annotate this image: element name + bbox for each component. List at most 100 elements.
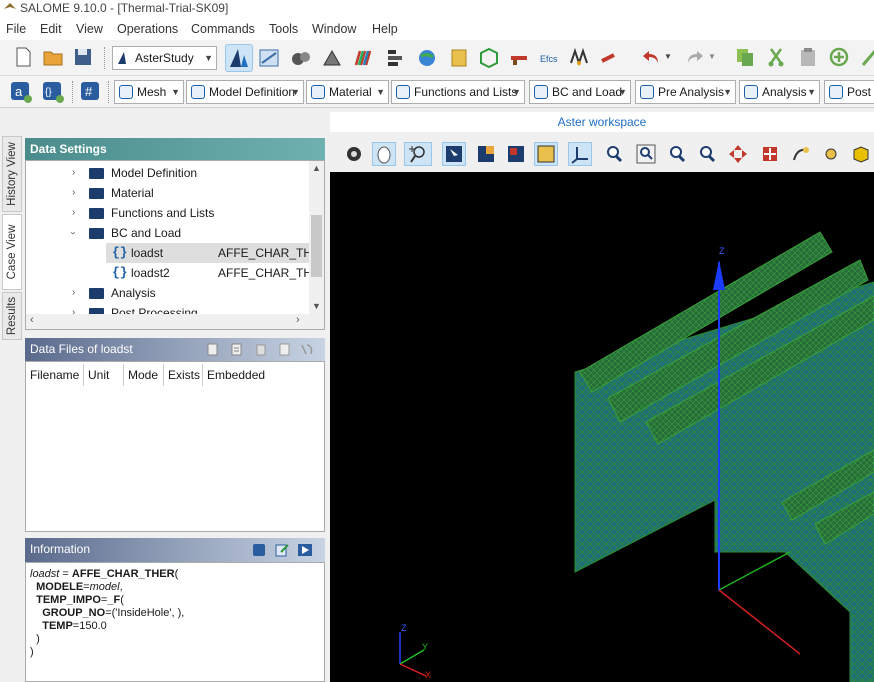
interaction-style-button[interactable] (372, 142, 396, 166)
expand-arrow-icon[interactable]: › (72, 163, 75, 183)
pan-icon[interactable] (728, 144, 748, 164)
add-variable-icon[interactable]: {} (42, 81, 64, 103)
redo-icon[interactable] (684, 46, 706, 68)
expand-arrow-icon[interactable]: › (72, 303, 75, 314)
zoom-at-cursor-button[interactable] (404, 142, 432, 166)
edit-file-icon[interactable] (231, 343, 243, 356)
run-icon[interactable] (297, 543, 313, 557)
category-post-processing[interactable]: Post P (824, 80, 874, 104)
expand-arrow-icon[interactable]: › (72, 203, 75, 223)
show-trihedron-button[interactable] (568, 142, 592, 166)
category-functions-and-lists[interactable]: Functions and Lists ▼ (391, 80, 525, 104)
module-selector[interactable]: AsterStudy ▼ (112, 46, 217, 70)
rotate-icon[interactable] (791, 144, 811, 164)
menu-operations[interactable]: Operations (117, 22, 178, 36)
open-file-icon[interactable] (279, 343, 291, 356)
tree-item-material[interactable]: › Material (26, 183, 309, 203)
scroll-down-icon[interactable]: ▼ (312, 301, 321, 311)
fit-selection-icon[interactable] (667, 144, 687, 164)
efcs-icon[interactable]: Efcs (538, 47, 560, 69)
tree-item-model-definition[interactable]: › Model Definition (26, 163, 309, 183)
view-cube-icon[interactable] (851, 144, 871, 164)
column-mode[interactable]: Mode (128, 368, 158, 382)
new-file-icon[interactable] (12, 46, 34, 68)
menu-window[interactable]: Window (312, 22, 356, 36)
menu-help[interactable]: Help (372, 22, 398, 36)
scroll-left-icon[interactable]: ‹ (30, 314, 34, 326)
column-embedded[interactable]: Embedded (207, 368, 265, 382)
notes-icon[interactable] (448, 47, 470, 69)
scroll-right-icon[interactable]: › (296, 314, 300, 326)
category-bc-and-load[interactable]: BC and Load ▼ (529, 80, 631, 104)
expand-arrow-icon[interactable]: › (72, 183, 75, 203)
undo-icon[interactable] (640, 46, 662, 68)
global-pan-icon[interactable] (760, 144, 780, 164)
remove-file-icon[interactable] (255, 343, 267, 356)
copy-icon[interactable] (734, 46, 756, 68)
tab-history-view[interactable]: History View (2, 136, 22, 212)
dump-view-icon[interactable] (344, 144, 364, 164)
column-filename[interactable]: Filename (30, 368, 79, 382)
paravis-icon[interactable] (353, 47, 375, 69)
paste-icon[interactable] (797, 46, 819, 68)
select-mode-button[interactable] (442, 142, 466, 166)
category-mesh[interactable]: Mesh ▼ (114, 80, 184, 104)
tree-item-loadst[interactable]: {} loadst AFFE_CHAR_TH... (106, 243, 322, 263)
tree-horizontal-scrollbar[interactable]: ‹ › (26, 314, 324, 329)
gun-icon[interactable] (508, 47, 530, 69)
add-icon[interactable] (828, 46, 850, 68)
tree-item-analysis[interactable]: › Analysis (26, 283, 309, 303)
rotation-point-icon[interactable] (821, 144, 841, 164)
variable-info-icon[interactable] (252, 543, 266, 557)
cube-icon[interactable] (478, 47, 500, 69)
fit-all-icon[interactable] (604, 144, 624, 164)
yacs-icon[interactable] (385, 47, 407, 69)
3d-viewport[interactable]: Z Z Y X (330, 172, 874, 682)
pen-icon[interactable] (598, 47, 620, 69)
circle-select-button[interactable] (534, 142, 558, 166)
tab-case-view[interactable]: Case View (2, 214, 22, 290)
category-pre-analysis[interactable]: Pre Analysis ▼ (635, 80, 736, 104)
tree-item-functions-and-lists[interactable]: › Functions and Lists (26, 203, 309, 223)
scrollbar-thumb[interactable] (311, 215, 322, 277)
category-analysis[interactable]: Analysis ▼ (739, 80, 820, 104)
data-settings-tree[interactable]: › Model Definition › Material › Function… (25, 160, 325, 330)
column-exists[interactable]: Exists (168, 368, 200, 382)
add-file-icon[interactable] (207, 343, 219, 356)
undo-dropdown-icon[interactable]: ▼ (664, 52, 672, 61)
category-material[interactable]: Material ▼ (306, 80, 389, 104)
scroll-up-icon[interactable]: ▲ (312, 163, 321, 173)
save-icon[interactable] (72, 46, 94, 68)
menu-commands[interactable]: Commands (191, 22, 255, 36)
category-model-definition[interactable]: Model Definition ▼ (186, 80, 304, 104)
fit-area-icon[interactable] (636, 144, 656, 164)
hash-icon[interactable]: # (80, 81, 102, 103)
menu-tools[interactable]: Tools (269, 22, 298, 36)
rectangle-select-icon[interactable] (476, 144, 496, 164)
tree-vertical-scrollbar[interactable]: ▲ ▼ (309, 161, 324, 314)
tab-results[interactable]: Results (2, 292, 22, 340)
globe-icon[interactable] (416, 47, 438, 69)
refresh-icon[interactable] (299, 342, 315, 357)
column-unit[interactable]: Unit (88, 368, 109, 382)
open-folder-icon[interactable] (42, 46, 64, 68)
mesh-module-icon[interactable] (321, 47, 343, 69)
redo-dropdown-icon[interactable]: ▼ (708, 52, 716, 61)
cut-icon[interactable] (765, 46, 787, 68)
add-text-icon[interactable]: a (10, 81, 32, 103)
shaper-icon[interactable] (258, 47, 280, 69)
menu-file[interactable]: File (6, 22, 26, 36)
wave-icon[interactable] (568, 47, 590, 69)
edit-pencil-icon[interactable] (860, 46, 874, 68)
tree-item-post-processing[interactable]: › Post Processing (26, 303, 309, 314)
expand-arrow-icon[interactable]: › (72, 283, 75, 303)
tree-item-loadst2[interactable]: {} loadst2 AFFE_CHAR_TH... (106, 263, 322, 283)
geometry-icon[interactable] (290, 47, 312, 69)
zoom-icon[interactable] (697, 144, 717, 164)
tree-item-bc-and-load[interactable]: › BC and Load (26, 223, 309, 243)
collapse-arrow-icon[interactable]: › (63, 231, 83, 234)
polygon-select-icon[interactable] (506, 144, 526, 164)
mesh-render[interactable]: Z Z Y X (330, 172, 874, 682)
edit-info-icon[interactable] (275, 543, 289, 557)
menu-edit[interactable]: Edit (40, 22, 62, 36)
